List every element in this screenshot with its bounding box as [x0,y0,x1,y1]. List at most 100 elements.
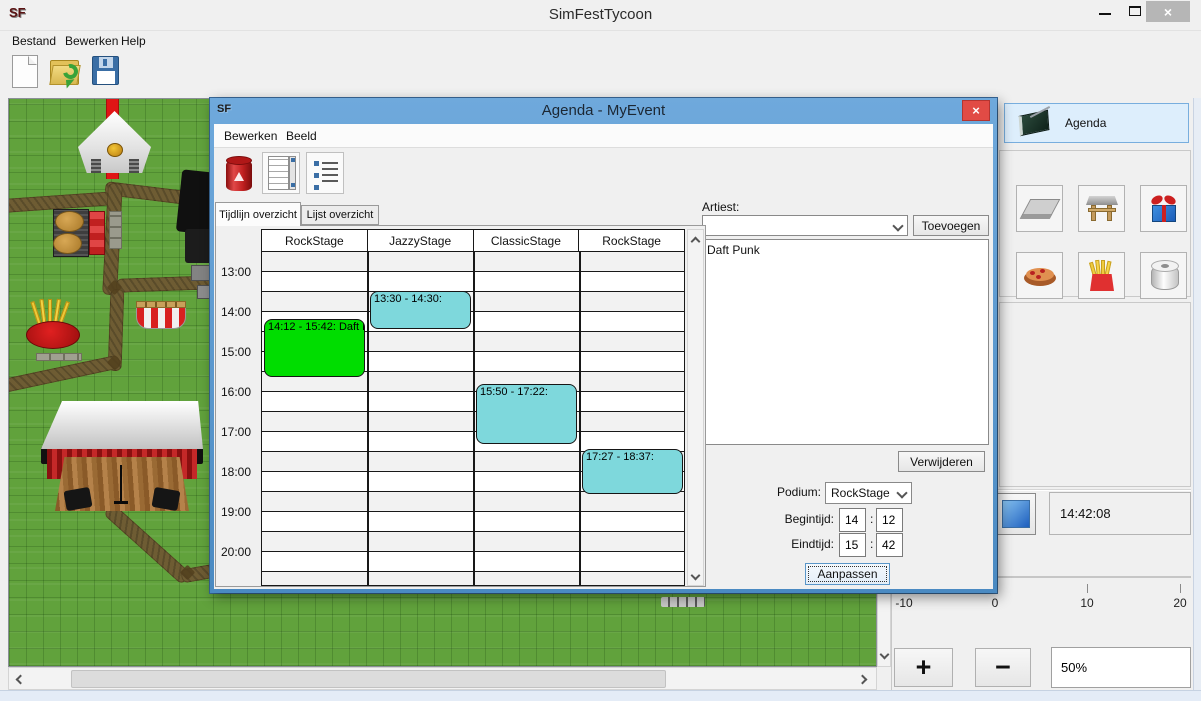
remove-artist-label: Verwijderen [910,455,973,469]
zoom-in-button[interactable]: + [894,648,953,687]
open-folder-icon[interactable] [50,56,82,88]
apply-button[interactable]: Aanpassen [805,563,890,585]
dialog-menu-beeld[interactable]: Beeld [278,126,325,146]
clock-display: 14:42:08 [1060,506,1111,521]
agenda-button[interactable]: Agenda [1004,103,1189,143]
apply-label: Aanpassen [817,567,877,581]
tick-label: -10 [889,596,919,610]
dialog-title: Agenda - MyEvent [210,102,997,119]
tab-tijdlijn-overzicht[interactable]: Tijdlijn overzicht [215,202,301,226]
save-icon[interactable] [92,56,119,85]
window-title: SimFestTycoon [0,6,1201,23]
time-separator: : [870,537,873,551]
start-minute-field[interactable] [876,508,903,532]
dialog-toolbar [214,148,993,198]
tent-grill [91,159,101,173]
maximize-button[interactable] [1122,0,1148,24]
gift-icon [1149,194,1179,224]
titlebar[interactable]: SF SimFestTycoon × [0,0,1201,30]
end-hour-field[interactable] [839,533,866,557]
menu-bestand[interactable]: Bestand [4,31,64,51]
schedule-grid[interactable]: 14:12 - 15:42: Daft Punk13:30 - 14:30: 15… [261,252,685,586]
podium-label: Podium: [774,485,821,499]
column-header: RockStage [579,230,684,251]
hidden-stall-top [661,597,705,607]
end-time-label: Eindtijd: [762,537,834,551]
dialog-titlebar[interactable]: SF Agenda - MyEvent × [210,98,997,124]
column-header: ClassicStage [474,230,580,251]
time-label: 14:00 [221,305,259,319]
tab-label: Tijdlijn overzicht [219,209,297,221]
time-label: 18:00 [221,465,259,479]
scroll-left-icon[interactable] [16,675,26,685]
end-minute-field[interactable] [876,533,903,557]
main-toolbar [0,50,1201,96]
scroll-down-icon[interactable] [691,571,701,581]
tent-emblem [107,143,123,157]
tick-label: 10 [1072,596,1102,610]
dialog-menu-bewerken[interactable]: Bewerken [216,126,285,146]
page-corner [28,56,37,65]
new-file-icon[interactable] [12,55,38,88]
time-label: 20:00 [221,545,259,559]
minus-icon: − [995,652,1011,683]
add-artist-button[interactable]: Toevoegen [913,215,989,236]
shop-item-stage[interactable] [1078,185,1125,232]
time-label: 19:00 [221,505,259,519]
agenda-dialog: SF Agenda - MyEvent × Bewerken Beeld [210,98,997,593]
close-button[interactable]: × [1146,1,1190,22]
remove-artist-button[interactable]: Verwijderen [898,451,985,472]
menu-help[interactable]: Help [113,31,154,51]
schedule-event[interactable]: 14:12 - 15:42: Daft Punk [264,319,365,377]
artist-list-item[interactable]: Daft Punk [703,240,988,260]
list-view-icon[interactable] [306,152,344,194]
stage-equipment [185,229,213,263]
column-divider [367,252,369,585]
stage-icon [1086,196,1118,222]
scroll-up-icon[interactable] [691,237,701,247]
schedule-header: RockStage JazzyStage ClassicStage RockSt… [261,229,685,252]
minimize-icon [1099,13,1111,15]
shop-item-fries[interactable] [1078,252,1125,299]
shop-item-pizza[interactable] [1016,252,1063,299]
chevron-down-icon [892,220,903,231]
empty-groupbox [999,302,1191,487]
dialog-menubar: Bewerken Beeld [214,124,993,148]
column-divider [579,252,581,585]
slider-tick [1180,584,1181,593]
scroll-right-icon[interactable] [858,675,868,685]
play-pause-button[interactable] [996,493,1036,535]
start-hour-field[interactable] [839,508,866,532]
schedule-event[interactable]: 17:27 - 18:37: [582,449,683,494]
menubar: Bestand Bewerken Help [0,30,1201,50]
scroll-down-icon[interactable] [880,650,890,660]
dialog-body: Bewerken Beeld [214,124,993,589]
dialog-close-button[interactable]: × [962,100,990,121]
map-hscrollbar[interactable] [8,667,877,690]
minimize-button[interactable] [1092,0,1118,24]
schedule-event[interactable]: 15:50 - 17:22: [476,384,577,443]
artist-combo[interactable] [702,215,908,236]
burger-stand [51,209,131,259]
timeline-panel: 13:00 14:00 15:00 16:00 17:00 18:00 19:0… [215,225,706,587]
close-icon: × [1164,4,1172,20]
shop-item-road[interactable] [1016,185,1063,232]
hscroll-thumb[interactable] [71,670,666,688]
zoom-level-field[interactable] [1051,647,1191,688]
section-separator [996,489,1191,491]
delete-trash-icon[interactable] [226,156,252,191]
timeline-scrollbar[interactable] [687,229,704,586]
agenda-label: Agenda [1065,116,1106,130]
podium-combo[interactable]: RockStage [825,482,912,504]
main-stage [41,401,203,513]
clock-box: 14:42:08 [1049,492,1191,535]
tab-lijst-overzicht[interactable]: Lijst overzicht [301,205,379,225]
artist-listbox[interactable]: Daft Punk [702,239,989,445]
shop-item-toilet-paper[interactable] [1140,252,1187,299]
zoom-out-button[interactable]: − [975,648,1031,687]
status-strip [0,690,1201,701]
timeline-view-icon[interactable] [262,152,300,194]
shop-item-gift[interactable] [1140,185,1187,232]
schedule-event[interactable]: 13:30 - 14:30: [370,291,471,329]
column-divider [473,252,475,585]
